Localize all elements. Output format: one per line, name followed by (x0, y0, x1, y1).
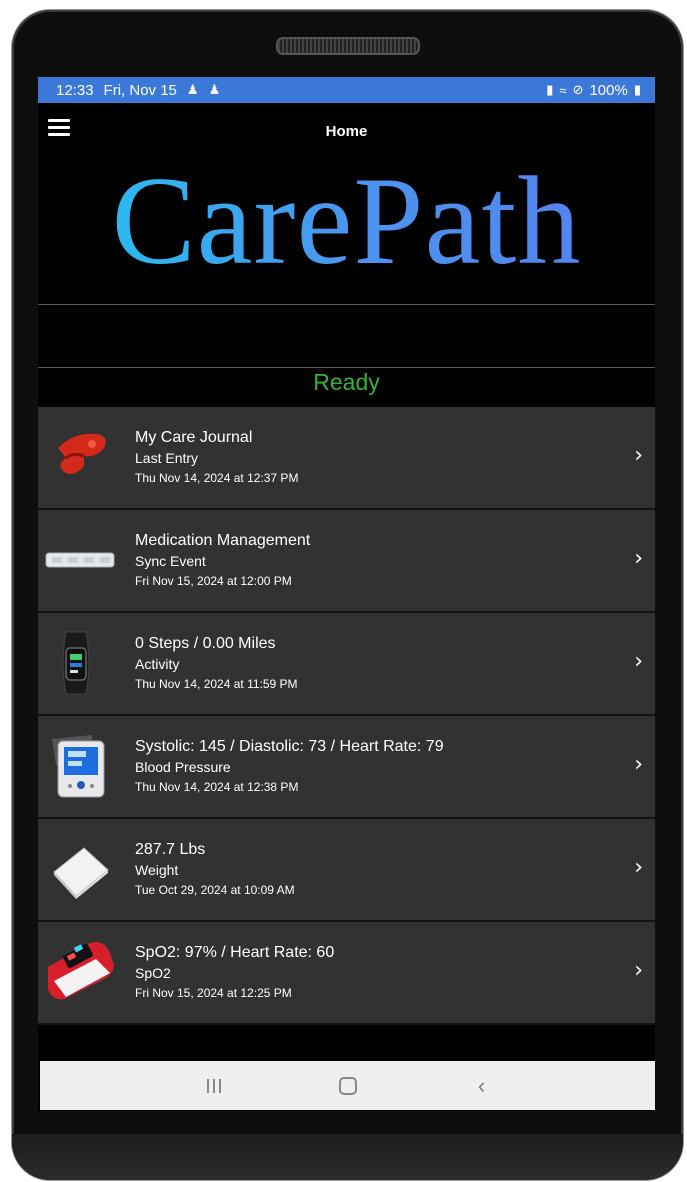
item-date: Tue Oct 29, 2024 at 10:09 AM (135, 883, 295, 897)
chevron-right-icon: › (634, 443, 643, 468)
item-subtitle: Weight (135, 862, 179, 878)
page-title: Home (325, 123, 368, 140)
device-chin (12, 1134, 683, 1180)
list-item-spo2[interactable]: SpO2: 97% / Heart Rate: 60 SpO2 Fri Nov … (38, 922, 655, 1025)
list-item-weight[interactable]: 287.7 Lbs Weight Tue Oct 29, 2024 at 10:… (38, 819, 655, 922)
do-not-disturb-icon: ⊘ (572, 82, 584, 97)
chevron-right-icon: › (634, 752, 643, 777)
app-bar: Home (38, 113, 655, 149)
battery-icon: ▮ (633, 82, 641, 97)
item-title: My Care Journal (135, 429, 253, 446)
status-time: 12:33 (56, 81, 94, 99)
item-subtitle: Sync Event (135, 553, 206, 569)
item-subtitle: Blood Pressure (135, 759, 231, 775)
item-date: Thu Nov 14, 2024 at 11:59 PM (135, 677, 298, 691)
chevron-right-icon: › (634, 649, 643, 674)
medication-dispenser-icon (44, 525, 116, 595)
journal-icon (44, 422, 116, 492)
item-date: Fri Nov 15, 2024 at 12:00 PM (135, 574, 292, 588)
scale-icon (44, 834, 116, 904)
home-icon[interactable] (336, 1076, 360, 1095)
status-ready: Ready (313, 369, 380, 395)
item-title: 287.7 Lbs (135, 841, 206, 858)
back-icon[interactable]: ‹ (470, 1073, 494, 1099)
system-navigation-bar: ‹ (40, 1061, 655, 1110)
pulse-oximeter-icon (44, 937, 116, 1007)
device-list: My Care Journal Last Entry Thu Nov 14, 2… (38, 407, 655, 1025)
battery-percent: 100% (589, 81, 628, 99)
fitness-band-icon (44, 628, 116, 698)
chevron-right-icon: › (634, 958, 643, 983)
status-bar: 12:33 Fri, Nov 15 ♟ ♟ ▮ ≈ ⊘ 100% ▮ (38, 77, 655, 103)
chevron-right-icon: › (634, 855, 643, 880)
item-subtitle: Activity (135, 656, 180, 672)
list-item-activity[interactable]: 0 Steps / 0.00 Miles Activity Thu Nov 14… (38, 613, 655, 716)
item-title: Systolic: 145 / Diastolic: 73 / Heart Ra… (135, 738, 444, 755)
divider (38, 304, 655, 305)
item-subtitle: Last Entry (135, 450, 199, 466)
item-title: SpO2: 97% / Heart Rate: 60 (135, 944, 335, 961)
recent-apps-icon[interactable] (202, 1078, 226, 1093)
item-date: Thu Nov 14, 2024 at 12:38 PM (135, 780, 299, 794)
person-icon: ♟ (208, 82, 221, 97)
list-item-care-journal[interactable]: My Care Journal Last Entry Thu Nov 14, 2… (38, 407, 655, 510)
carepath-logo: CarePath (38, 159, 655, 285)
item-subtitle: SpO2 (135, 965, 171, 981)
chevron-right-icon: › (634, 546, 643, 571)
item-date: Fri Nov 15, 2024 at 12:25 PM (135, 986, 292, 1000)
item-title: Medication Management (135, 532, 311, 549)
battery-saver-icon: ▮ (546, 82, 554, 97)
item-title: 0 Steps / 0.00 Miles (135, 635, 276, 652)
wifi-icon: ≈ (559, 82, 567, 98)
speaker-grille (276, 37, 420, 55)
person-icon: ♟ (186, 82, 199, 97)
divider (38, 367, 655, 368)
item-date: Thu Nov 14, 2024 at 12:37 PM (135, 471, 299, 485)
status-date: Fri, Nov 15 (103, 81, 177, 99)
list-item-medication-management[interactable]: Medication Management Sync Event Fri Nov… (38, 510, 655, 613)
blood-pressure-monitor-icon (44, 731, 116, 801)
screen: 12:33 Fri, Nov 15 ♟ ♟ ▮ ≈ ⊘ 100% ▮ Home … (38, 77, 655, 1111)
list-item-blood-pressure[interactable]: Systolic: 145 / Diastolic: 73 / Heart Ra… (38, 716, 655, 819)
tablet-frame: 12:33 Fri, Nov 15 ♟ ♟ ▮ ≈ ⊘ 100% ▮ Home … (12, 10, 683, 1180)
